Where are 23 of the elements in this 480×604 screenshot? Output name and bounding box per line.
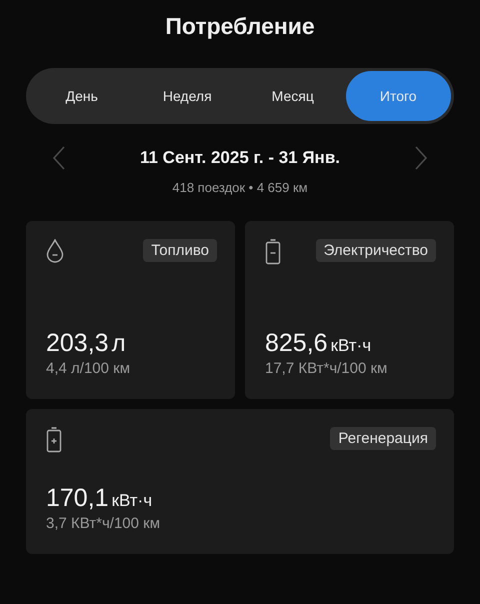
drop-icon: [46, 239, 64, 263]
battery-plus-icon: [46, 427, 62, 453]
battery-minus-icon: [265, 239, 281, 265]
category-tag: Регенерация: [330, 427, 436, 450]
next-icon[interactable]: [414, 146, 428, 170]
date-range: 11 Сент. 2025 г. - 31 Янв.: [140, 148, 340, 168]
total-value: 170,1: [46, 484, 109, 513]
unit-label: л: [112, 330, 126, 358]
period-tab[interactable]: Неделя: [134, 71, 240, 121]
total-value: 203,3: [46, 329, 109, 358]
unit-label: кВт·ч: [330, 336, 372, 356]
period-tab[interactable]: День: [29, 71, 134, 121]
unit-label: кВт·ч: [112, 491, 152, 511]
period-tab[interactable]: Месяц: [240, 71, 346, 121]
trip-summary: 418 поездок • 4 659 км: [171, 180, 309, 195]
total-value: 825,6: [265, 329, 328, 358]
previous-icon[interactable]: [52, 146, 66, 170]
average-rate: 17,7 КВт*ч/100 км: [265, 360, 388, 377]
average-rate: 3,7 КВт*ч/100 км: [46, 515, 162, 532]
average-rate: 4,4 л/100 км: [46, 360, 132, 377]
category-tag: Топливо: [143, 239, 217, 262]
category-tag: Электричество: [316, 239, 436, 262]
page-title: Потребление: [164, 12, 316, 41]
